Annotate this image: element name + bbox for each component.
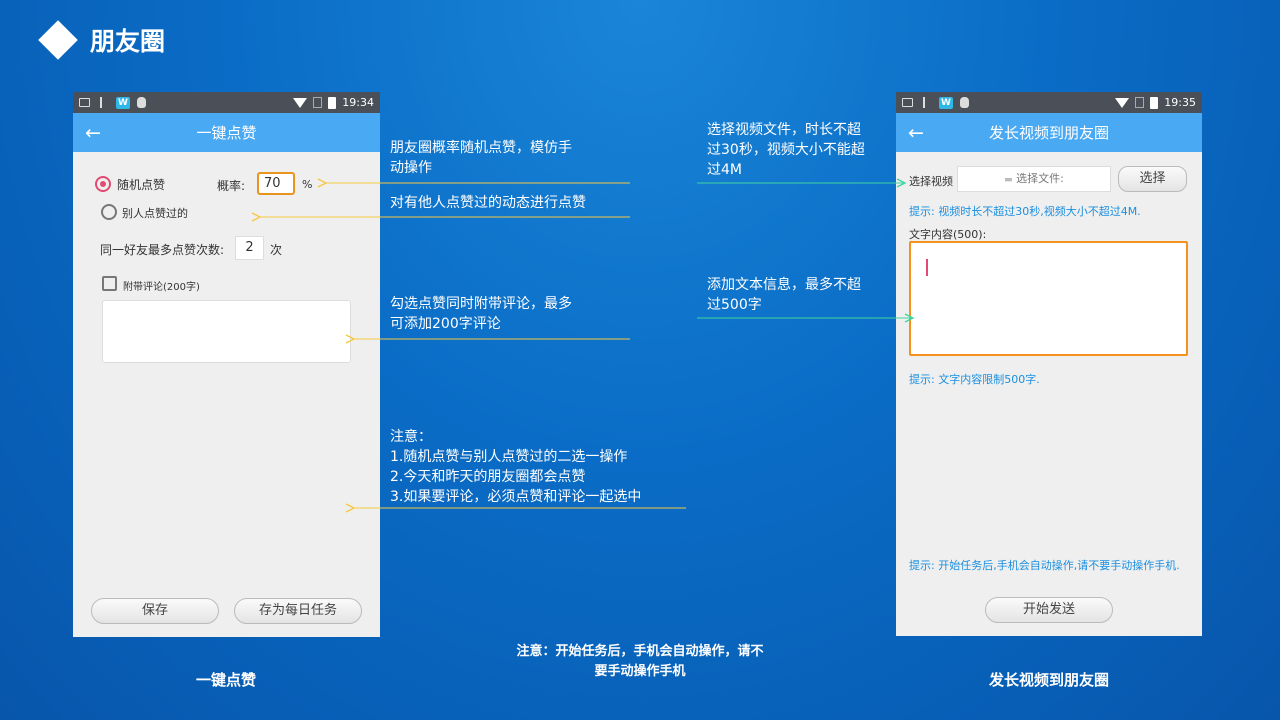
annotation-video: 选择视频文件，时长不超 过30秒，视频大小不能超 过4M (707, 122, 865, 178)
annotation-random-like: 朋友圈概率随机点赞，模仿手 动操作 (390, 140, 572, 176)
bottom-note: 注意：开始任务后，手机会自动操作，请不 要手动操作手机 (516, 644, 764, 679)
annotation-arrows (0, 0, 1280, 720)
annotation-others-liked: 对有他人点赞过的动态进行点赞 (390, 195, 586, 211)
caption-right: 发长视频到朋友圈 (988, 671, 1109, 689)
annotation-comment: 勾选点赞同时附带评论，最多 可添加200字评论 (390, 296, 572, 332)
caption-left: 一键点赞 (195, 671, 256, 689)
annotation-notes: 注意： 1.随机点赞与别人点赞过的二选一操作 2.今天和昨天的朋友圈都会点赞 3… (390, 429, 642, 505)
annotation-text: 添加文本信息，最多不超 过500字 (707, 277, 861, 313)
